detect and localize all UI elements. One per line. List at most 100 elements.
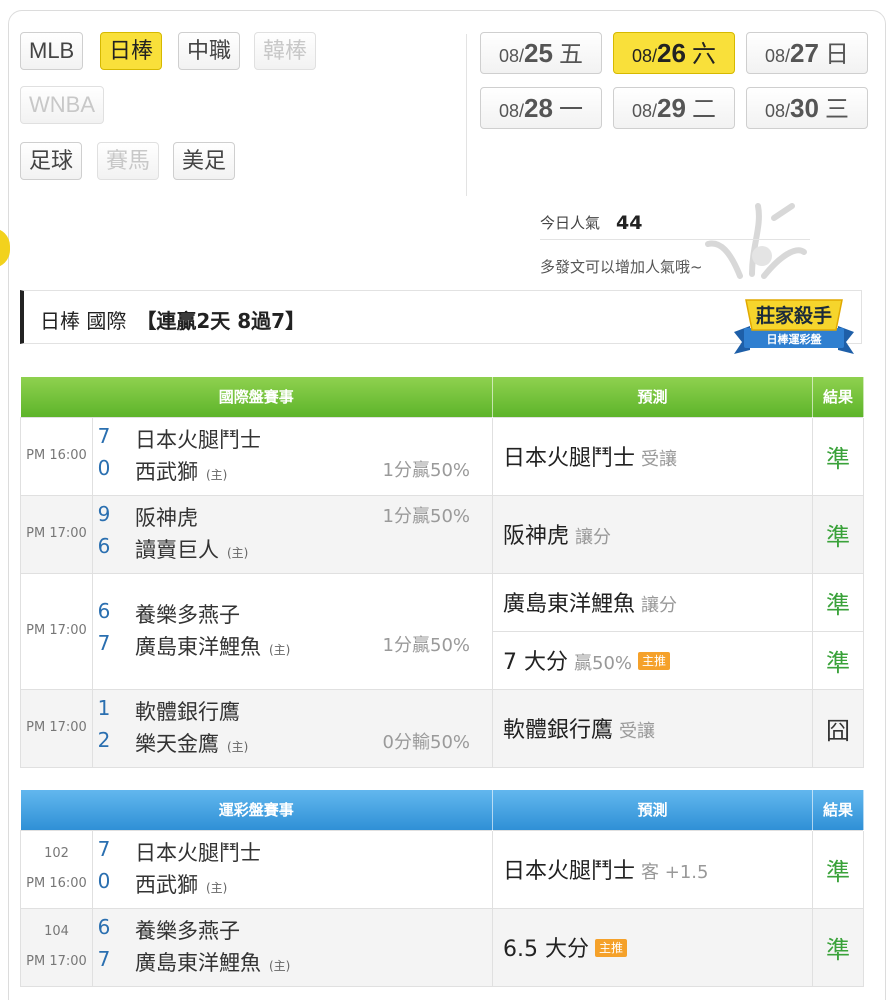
score: 6 [97,534,111,558]
league-kbo-button: 韓棒 [254,32,317,70]
score: 0 [97,869,111,893]
date-0828-button[interactable]: 08/28 一 [480,87,602,129]
score: 0 [97,456,111,480]
prediction-pick: 6.5 大分 [503,937,589,962]
score: 9 [97,502,111,526]
prediction-note: 受讓 [641,449,678,470]
prediction-note: 受讓 [619,721,656,742]
game-time: PM 17:00 [20,572,93,690]
date-month: 08/ [765,46,791,66]
date-0827-button[interactable]: 08/27 日 [746,32,868,74]
home-marker: (主) [206,881,228,895]
game-time: PM 16:00 [20,416,93,496]
league-soccer-button[interactable]: 足球 [20,142,83,180]
date-weekday: 二 [691,96,716,123]
result-mark: 準 [812,829,865,909]
section-title: 日棒 國際 [40,309,127,333]
team-name: 日本火腿鬥士 [135,428,261,452]
result-mark: 準 [812,907,865,987]
home-marker: (主) [269,643,291,657]
sports-header-prediction: 預測 [492,790,814,830]
league-horse-racing-button: 賽馬 [97,142,160,180]
intl-header-result: 結果 [812,377,865,417]
result-mark: 準 [812,572,865,632]
game-time: PM 17:00 [20,688,93,768]
date-day: 29 [657,93,686,123]
featured-tag: 主推 [638,652,671,670]
league-cpbl-button[interactable]: 中職 [178,32,241,70]
handicap: 1分贏50% [382,460,471,481]
prediction-pick: 廣島東洋鯉魚 [503,592,636,617]
date-day: 25 [524,38,553,68]
date-month: 08/ [632,46,658,66]
score: 7 [97,631,111,655]
badge-title: 莊家殺手 [756,304,832,327]
score: 7 [97,947,111,971]
team-name: 養樂多燕子 [135,919,240,943]
score: 2 [97,728,111,752]
date-weekday: 五 [558,41,583,68]
table-row[interactable]: PM 17:00 1 軟體銀行鷹 2 樂天金鷹 (主) 0分輸50% 軟體銀行鷹 受讓 囧 [20,688,865,768]
home-marker: (主) [269,959,291,973]
date-month: 08/ [499,46,525,66]
date-day: 30 [790,93,819,123]
score: 6 [97,599,111,623]
result-mark: 準 [812,494,865,574]
prediction-pick: 日本火腿鬥士 [503,446,636,471]
featured-tag: 主推 [595,939,628,957]
score: 7 [97,837,111,861]
team-name: 廣島東洋鯉魚 [135,951,261,975]
game-number: 102 [44,846,69,861]
sports-header-result: 結果 [812,790,865,830]
table-row[interactable]: PM 17:00 6 養樂多燕子 7 廣島東洋鯉魚 (主) 1分贏50% 廣島東洋鯉魚讓… [20,572,865,690]
win-streak: 【連贏2天 8過7】 [136,309,306,333]
handicap: 0分輸50% [382,732,471,753]
game-time: PM 17:00 [20,494,93,574]
date-0825-button[interactable]: 08/25 五 [480,32,602,74]
team-name: 西武獅 [135,873,198,897]
prediction-note: 讓分 [641,595,678,616]
popularity-value: 44 [616,211,643,234]
table-row[interactable]: 104 PM 17:00 6 養樂多燕子 7 廣島東洋鯉魚 (主) 6.5 大分 主推 準 [20,907,865,987]
team-name: 讀賣巨人 [135,538,219,562]
date-weekday: 日 [824,41,849,68]
badge-subtitle: 日棒運彩盤 [767,332,823,346]
team-name: 樂天金鷹 [135,732,219,756]
home-marker: (主) [206,468,228,482]
date-month: 08/ [632,101,658,121]
intl-header-game: 國際盤賽事 [20,377,494,417]
league-wnba-button: WNBA [20,86,104,124]
divider [466,34,467,196]
date-0829-button[interactable]: 08/29 二 [613,87,735,129]
prediction-note: 贏50% [574,653,633,674]
league-nfl-button[interactable]: 美足 [173,142,236,180]
game-time: PM 17:00 [26,954,87,969]
league-npb-button[interactable]: 日棒 [100,32,163,70]
date-0830-button[interactable]: 08/30 三 [746,87,868,129]
date-weekday: 六 [691,41,716,68]
prediction-pick: 7 大分 [503,650,569,675]
date-0826-button[interactable]: 08/26 六 [613,32,735,74]
home-marker: (主) [227,546,249,560]
sports-lottery-table: 運彩盤賽事 預測 結果 102 PM 16:00 7 日本火腿鬥士 0 西武獅 (主) … [20,790,865,987]
date-day: 27 [790,38,819,68]
popularity-panel: 今日人氣 44 多發文可以增加人氣哦~ [540,206,810,277]
result-mark: 準 [812,416,865,496]
date-day: 28 [524,93,553,123]
sports-header-game: 運彩盤賽事 [20,790,494,830]
date-month: 08/ [765,101,791,121]
game-time: PM 16:00 [26,876,87,891]
league-mlb-button[interactable]: MLB [20,32,84,70]
table-row[interactable]: PM 16:00 7 日本火腿鬥士 0 西武獅 (主) 1分贏50% 日本火腿鬥士 受讓 … [20,416,865,496]
handicap: 1分贏50% [382,506,471,527]
prediction-pick: 阪神虎 [503,524,570,549]
result-mark: 準 [812,630,865,690]
score: 6 [97,915,111,939]
table-row[interactable]: 102 PM 16:00 7 日本火腿鬥士 0 西武獅 (主) 日本火腿鬥士客 +1.5… [20,829,865,909]
table-row[interactable]: PM 17:00 9 阪神虎 1分贏50% 6 讀賣巨人 (主) 阪神虎 讓分 準 [20,494,865,574]
team-name: 廣島東洋鯉魚 [135,635,261,659]
home-marker: (主) [227,740,249,754]
team-name: 阪神虎 [135,506,198,530]
team-name: 日本火腿鬥士 [135,841,261,865]
prediction-note: 客 +1.5 [641,862,709,883]
